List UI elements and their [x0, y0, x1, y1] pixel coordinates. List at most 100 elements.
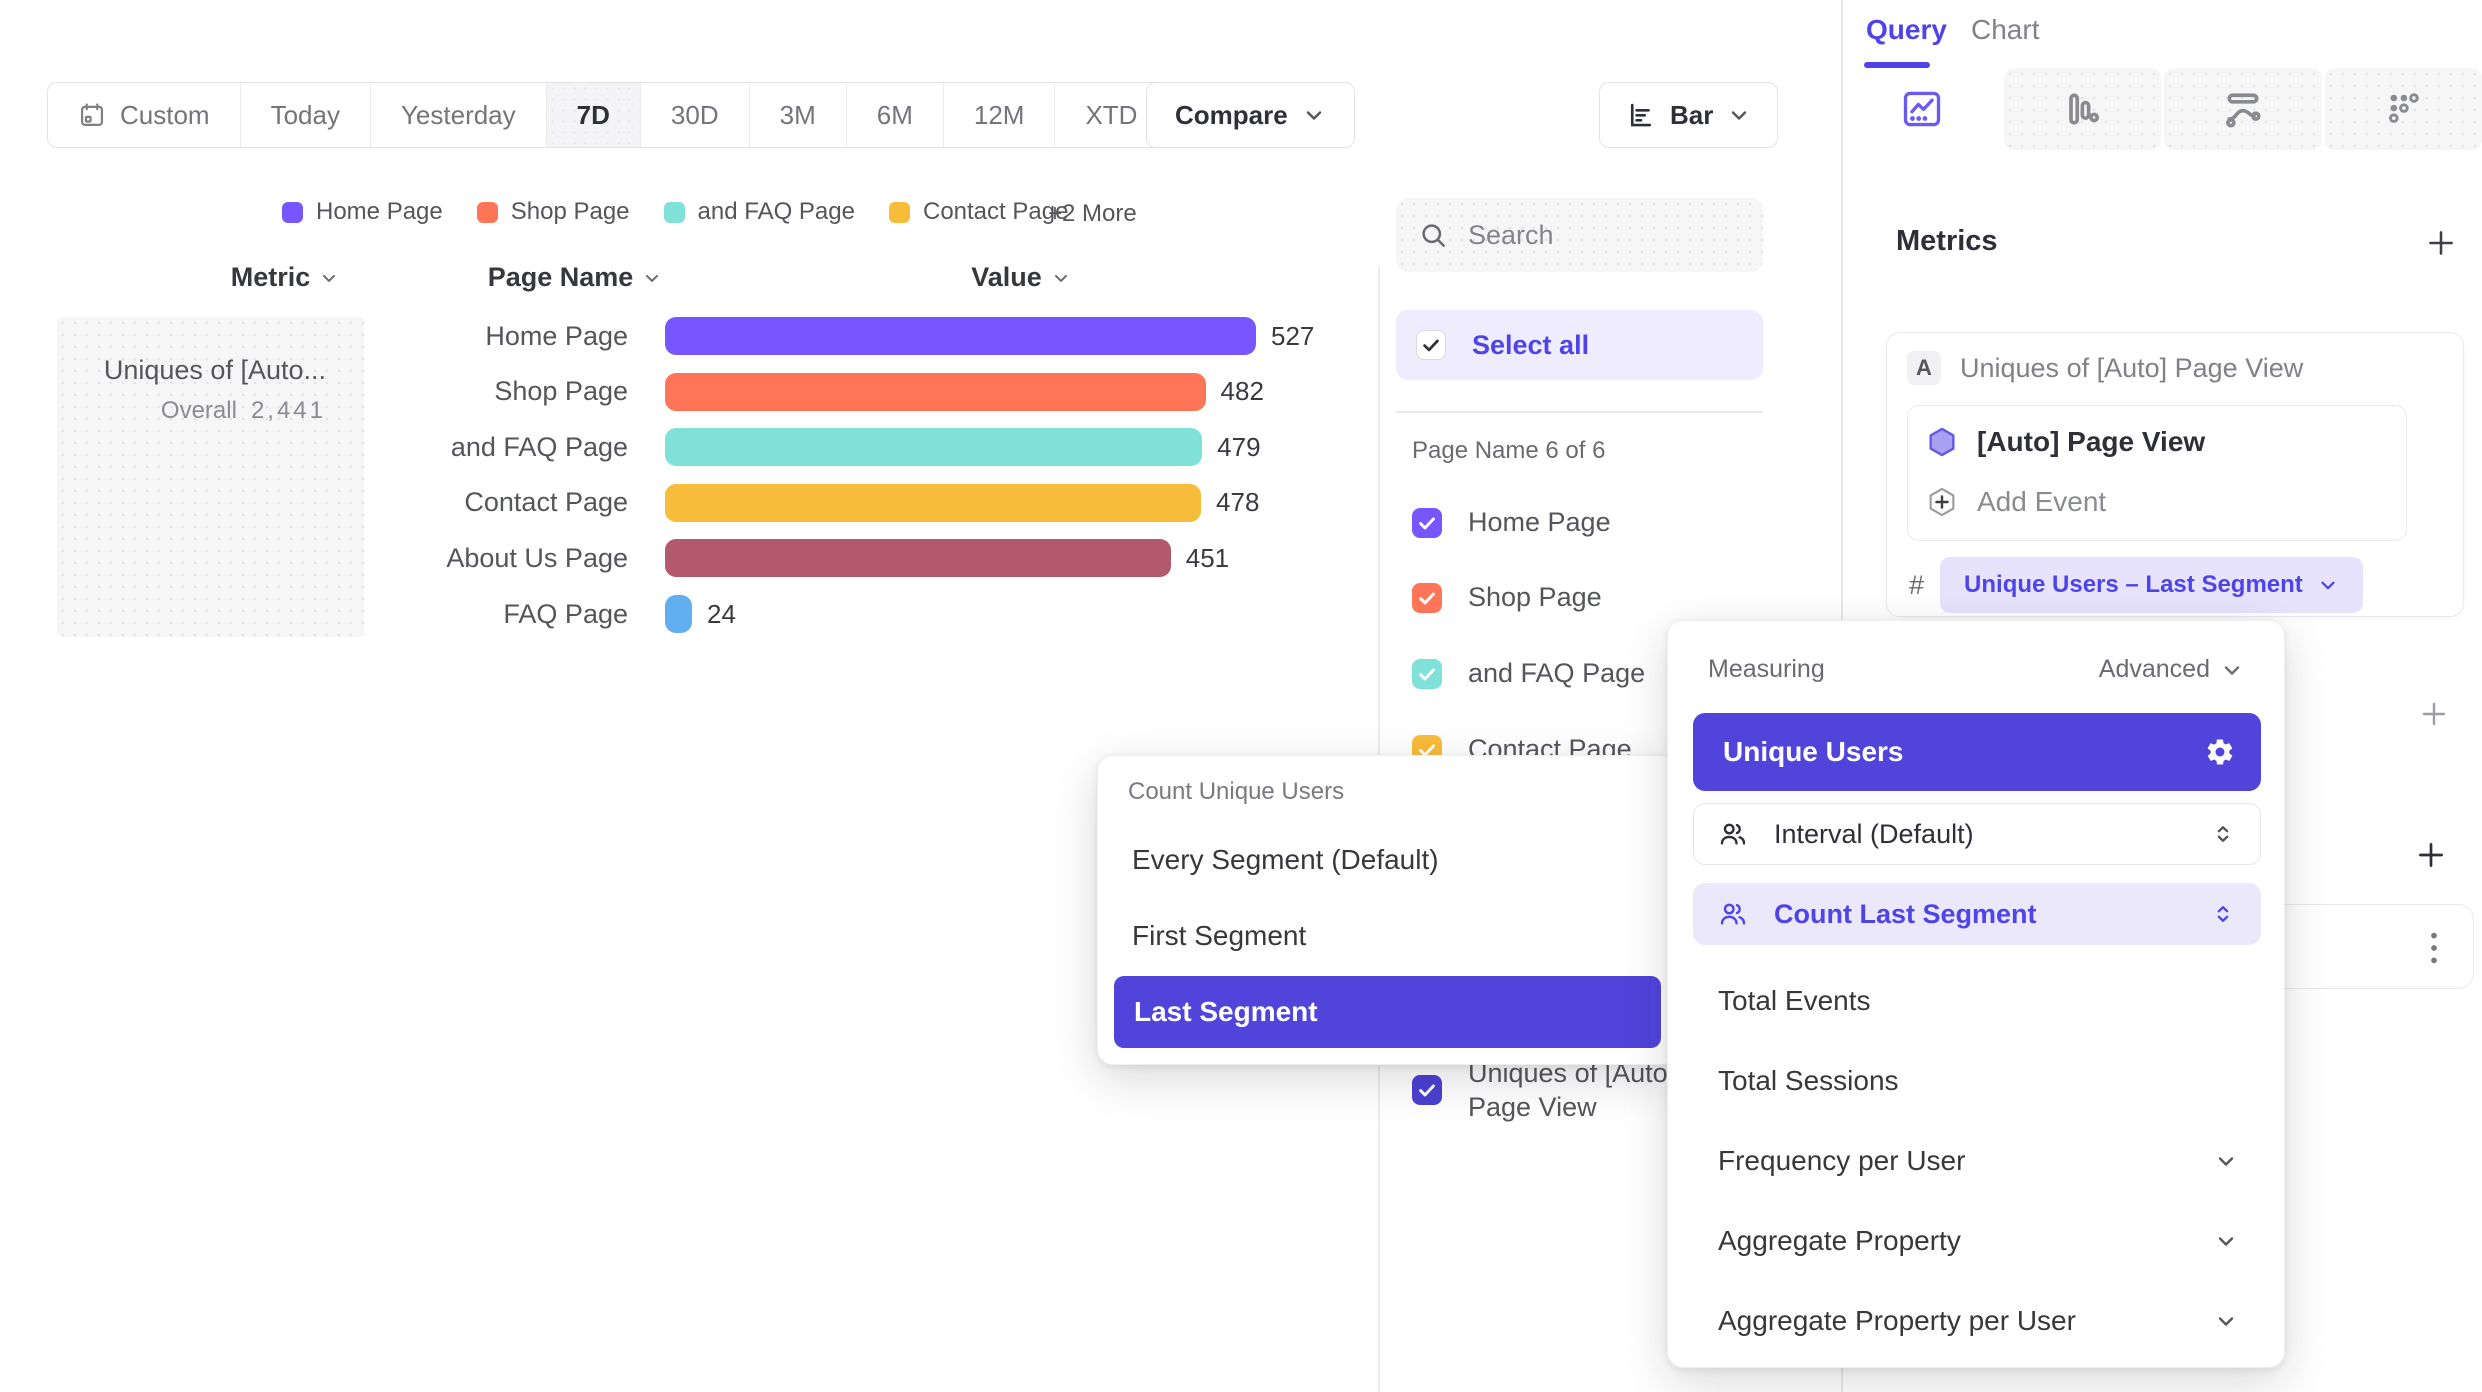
select-all-checkbox[interactable] [1416, 330, 1446, 360]
bar-category-label: Home Page [265, 321, 665, 352]
tab-bar-chart[interactable] [2004, 68, 2162, 150]
divider [1396, 411, 1763, 413]
chevron-down-icon [642, 268, 662, 288]
chevron-down-icon [319, 268, 339, 288]
measure-option-label: Aggregate Property [1718, 1225, 2214, 1257]
bar[interactable] [665, 428, 1202, 466]
legend-more-button[interactable]: +2 More [1048, 200, 1137, 228]
date-range-segment[interactable]: Today [241, 83, 371, 147]
chevron-down-icon [2214, 1309, 2238, 1333]
date-range-segment[interactable]: 6M [847, 83, 944, 147]
bar-value-label: 479 [1217, 432, 1260, 463]
date-range-segment[interactable]: 3M [750, 83, 847, 147]
date-range-segment[interactable]: 12M [944, 83, 1056, 147]
legend-item[interactable]: Shop Page [477, 198, 630, 226]
measure-option-label: Frequency per User [1718, 1145, 2214, 1177]
check-icon [1416, 663, 1438, 685]
bar-columns-icon [2060, 87, 2104, 131]
bar[interactable] [665, 484, 1201, 522]
filter-checkbox-row[interactable]: and FAQ Page [1412, 658, 1645, 689]
chart-legend: Home Page Shop Page and FAQ Page Contact… [282, 197, 1068, 227]
bar[interactable] [665, 595, 692, 633]
bar-value-label: 482 [1221, 376, 1264, 407]
date-range-segment[interactable]: 7D [547, 83, 641, 147]
bar-category-label: About Us Page [265, 543, 665, 574]
bar[interactable] [665, 373, 1206, 411]
checkbox[interactable] [1412, 583, 1442, 613]
measurement-selector-pill[interactable]: Unique Users – Last Segment [1940, 557, 2363, 613]
hexagon-icon [1926, 426, 1958, 458]
date-range-segment[interactable]: Custom [48, 83, 241, 147]
date-range-label: 6M [877, 100, 913, 131]
legend-item[interactable]: Contact Page [889, 198, 1068, 226]
bar[interactable] [665, 539, 1171, 577]
bar[interactable] [665, 317, 1256, 355]
compare-button[interactable]: Compare [1146, 82, 1355, 148]
chevron-down-icon [1302, 103, 1326, 127]
legend-swatch [477, 202, 498, 223]
measure-option-unique-users[interactable]: Unique Users [1693, 713, 2261, 791]
filter-checkbox-row[interactable]: Shop Page [1412, 582, 1602, 613]
add-event-row[interactable]: Add Event [1926, 482, 2106, 522]
gear-icon[interactable] [2205, 737, 2235, 767]
date-range-segment[interactable]: Yesterday [371, 83, 547, 147]
filter-item-label: Home Page [1468, 507, 1611, 538]
select-all-row[interactable]: Select all [1396, 310, 1763, 380]
checkbox[interactable] [1412, 508, 1442, 538]
measure-option[interactable]: Total Events [1668, 961, 2284, 1041]
date-range-segment[interactable]: 30D [641, 83, 750, 147]
add-event-label: Add Event [1977, 486, 2106, 518]
chart-bar-row: Shop Page482 [265, 364, 1264, 420]
chart-bar-row: Contact Page478 [265, 475, 1259, 531]
column-header-page-name[interactable]: Page Name [470, 262, 680, 293]
metric-letter-badge: A [1907, 351, 1941, 385]
measuring-popover: Measuring Advanced Unique Users Interval… [1667, 620, 2285, 1368]
legend-item[interactable]: Home Page [282, 198, 443, 226]
search-input[interactable]: Search [1396, 198, 1763, 272]
hash-icon: # [1909, 570, 1924, 601]
checkbox[interactable] [1412, 1075, 1442, 1105]
filter-checkbox-row[interactable]: Home Page [1412, 507, 1611, 538]
add-filter-button[interactable] [2418, 698, 2450, 730]
measure-option-label: Aggregate Property per User [1718, 1305, 2214, 1337]
segment-option[interactable]: Every Segment (Default) [1098, 822, 1677, 898]
tab-dots-grid[interactable] [2325, 68, 2482, 150]
segment-option[interactable]: Last Segment [1114, 976, 1661, 1048]
measure-option[interactable]: Aggregate Property [1668, 1201, 2284, 1281]
legend-item[interactable]: and FAQ Page [664, 198, 855, 226]
measure-option[interactable]: Total Sessions [1668, 1041, 2284, 1121]
dots-grid-icon [2381, 87, 2425, 131]
add-metric-button[interactable] [2424, 226, 2458, 260]
popover-title: Count Unique Users [1098, 778, 1677, 806]
tab-flow[interactable] [2164, 68, 2322, 150]
chevron-down-icon [2214, 1149, 2238, 1173]
chart-type-button[interactable]: Bar [1599, 82, 1778, 148]
metric-definition-card[interactable]: A Uniques of [Auto] Page View [Auto] Pag… [1886, 332, 2464, 617]
add-breakdown-button[interactable] [2414, 838, 2448, 872]
checkbox[interactable] [1412, 659, 1442, 689]
compare-label: Compare [1175, 100, 1288, 131]
chevron-down-icon [1051, 268, 1071, 288]
event-row[interactable]: [Auto] Page View [1926, 422, 2205, 462]
param-row-interval[interactable]: Interval (Default) [1693, 803, 2261, 865]
segment-option[interactable]: First Segment [1098, 898, 1677, 974]
param-row-count-last-segment[interactable]: Count Last Segment [1693, 883, 2261, 945]
stepper-icon[interactable] [2210, 821, 2236, 847]
date-range-label: 30D [671, 100, 719, 131]
tab-chart[interactable]: Chart [1971, 14, 2039, 46]
advanced-toggle[interactable]: Advanced [2099, 655, 2244, 684]
bar-value-label: 24 [707, 599, 736, 630]
measure-option-label: Total Events [1718, 985, 2238, 1017]
column-header-value[interactable]: Value [941, 262, 1101, 293]
tab-query[interactable]: Query [1866, 14, 1947, 46]
legend-swatch [282, 202, 303, 223]
kebab-menu-icon[interactable] [2419, 927, 2449, 969]
select-all-label: Select all [1472, 330, 1589, 361]
legend-label: Contact Page [923, 198, 1068, 226]
column-header-metric[interactable]: Metric [205, 262, 365, 293]
measure-option[interactable]: Frequency per User [1668, 1121, 2284, 1201]
search-icon [1418, 220, 1448, 250]
measure-option[interactable]: Aggregate Property per User [1668, 1281, 2284, 1361]
stepper-icon[interactable] [2210, 901, 2236, 927]
tab-line-chart[interactable] [1843, 68, 2001, 150]
